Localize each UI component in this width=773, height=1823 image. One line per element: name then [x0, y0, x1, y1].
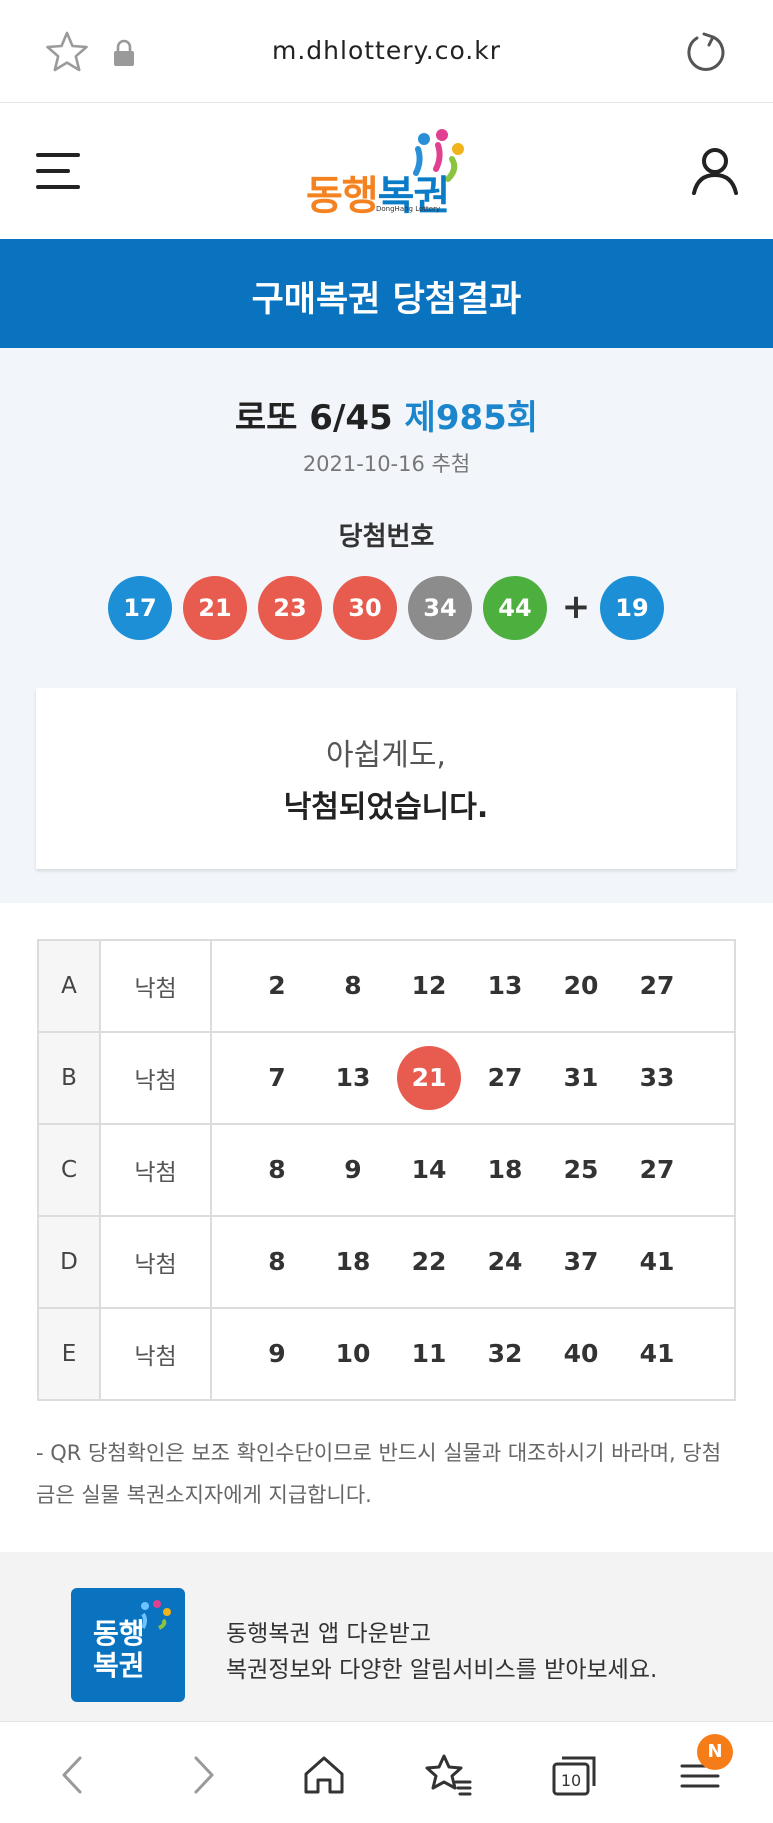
app-promo-banner[interactable]: 동행 복권 동행복권 앱 다운받고 복권정보와 다양한 알림서비스를 받아보세요…: [0, 1552, 773, 1721]
ticket-number: 13: [335, 1063, 371, 1092]
ticket-number: 18: [487, 1155, 523, 1184]
ticket-numbers: 9 10 11 32 40 41: [210, 1307, 736, 1401]
menu-icon[interactable]: [36, 153, 80, 189]
ticket-numbers: 7 13 21 27 31 33: [210, 1031, 736, 1125]
ticket-number: 37: [563, 1247, 599, 1276]
browser-url-bar: m.dhlottery.co.kr: [0, 0, 773, 103]
draw-date: 2021-10-16 추첨: [302, 452, 471, 476]
winning-ball: 44: [483, 576, 547, 640]
result-message-line2: 낙첨되었습니다.: [283, 790, 489, 825]
result-message-line1: 아쉽게도,: [326, 738, 446, 773]
winning-ball: 23: [258, 576, 322, 640]
forward-icon[interactable]: [178, 1752, 226, 1798]
app-icon-text: 동행 복권: [93, 1617, 145, 1682]
ticket-slot: E: [37, 1307, 101, 1401]
result-message-card: 아쉽게도, 낙첨되었습니다.: [36, 688, 736, 869]
ticket-number: 25: [563, 1155, 599, 1184]
ticket-status: 낙첨: [99, 1215, 212, 1309]
ticket-number-matched: 21: [397, 1046, 461, 1110]
ticket-number: 32: [487, 1339, 523, 1368]
browser-bottom-nav: 10 N: [0, 1721, 773, 1823]
winning-ball: 30: [333, 576, 397, 640]
bonus-ball: 19: [600, 576, 664, 640]
plus-sign: +: [561, 587, 591, 627]
round-number: 제985회: [404, 398, 539, 438]
svg-text:10: 10: [561, 1771, 581, 1790]
ticket-number: 8: [268, 1247, 286, 1276]
ticket-table: A 낙첨 2 8 12 13 20 27 B 낙첨 7 13 21 27 31 33 C 낙첨 8 9 14 18 25 27…: [37, 939, 736, 1401]
reload-icon[interactable]: [682, 30, 726, 74]
result-section: 로또 6/45 제985회 2021-10-16 추첨 당첨번호 17 21 23 3…: [0, 348, 773, 903]
logo[interactable]: 동행복권 DongHang Lottery: [300, 125, 480, 220]
ticket-slot: D: [37, 1215, 101, 1309]
game-name: 로또 6/45: [234, 398, 393, 438]
promo-line2: 복권정보와 다양한 알림서비스를 받아보세요.: [226, 1657, 658, 1683]
tabs-icon[interactable]: 10: [550, 1752, 598, 1798]
ticket-number: 13: [487, 971, 523, 1000]
winning-numbers-label: 당첨번호: [338, 522, 435, 552]
ticket-number: 2: [268, 971, 286, 1000]
user-icon[interactable]: [690, 145, 740, 197]
ticket-number: 12: [411, 971, 447, 1000]
ticket-number: 8: [344, 971, 362, 1000]
ticket-row: D 낙첨 8 18 22 24 37 41: [37, 1215, 736, 1309]
ticket-status: 낙첨: [99, 939, 212, 1033]
home-icon[interactable]: [300, 1752, 348, 1798]
ticket-number: 33: [639, 1063, 675, 1092]
winning-ball: 17: [108, 576, 172, 640]
ticket-row: B 낙첨 7 13 21 27 31 33: [37, 1031, 736, 1125]
ticket-number: 27: [639, 1155, 675, 1184]
page-title-bar: 구매복권 당첨결과: [0, 239, 773, 348]
url-text[interactable]: m.dhlottery.co.kr: [0, 36, 773, 65]
promo-line1: 동행복권 앱 다운받고: [226, 1621, 432, 1647]
ticket-numbers: 2 8 12 13 20 27: [210, 939, 736, 1033]
winning-numbers: 17 21 23 30 34 44 +19: [108, 576, 668, 640]
ticket-numbers: 8 18 22 24 37 41: [210, 1215, 736, 1309]
game-title: 로또 6/45 제985회: [0, 390, 773, 439]
ticket-number: 24: [487, 1247, 523, 1276]
notice-text: - QR 당첨확인은 보조 확인수단이므로 반드시 실물과 대조하시기 바라며,…: [36, 1441, 722, 1507]
ticket-number: 18: [335, 1247, 371, 1276]
ticket-number: 10: [335, 1339, 371, 1368]
ticket-status: 낙첨: [99, 1123, 212, 1217]
logo-subtitle: DongHang Lottery: [376, 205, 441, 213]
ticket-number: 40: [563, 1339, 599, 1368]
ticket-number: 22: [411, 1247, 447, 1276]
ticket-status: 낙첨: [99, 1307, 212, 1401]
ticket-row: E 낙첨 9 10 11 32 40 41: [37, 1307, 736, 1401]
bookmarks-icon[interactable]: [424, 1752, 472, 1798]
ticket-status: 낙첨: [99, 1031, 212, 1125]
ticket-number: 9: [344, 1155, 362, 1184]
ticket-numbers: 8 9 14 18 25 27: [210, 1123, 736, 1217]
ticket-number: 11: [411, 1339, 447, 1368]
winning-ball: 21: [183, 576, 247, 640]
ticket-number: 31: [563, 1063, 599, 1092]
app-icon[interactable]: 동행 복권: [71, 1588, 185, 1702]
winning-ball: 34: [408, 576, 472, 640]
ticket-number: 41: [639, 1339, 675, 1368]
notification-badge: N: [697, 1734, 733, 1770]
ticket-number: 7: [268, 1063, 286, 1092]
ticket-row: A 낙첨 2 8 12 13 20 27: [37, 939, 736, 1033]
ticket-number: 8: [268, 1155, 286, 1184]
ticket-slot: B: [37, 1031, 101, 1125]
ticket-number: 27: [487, 1063, 523, 1092]
ticket-number: 20: [563, 971, 599, 1000]
ticket-slot: A: [37, 939, 101, 1033]
ticket-slot: C: [37, 1123, 101, 1217]
page-title: 구매복권 당첨결과: [251, 280, 522, 320]
ticket-number: 41: [639, 1247, 675, 1276]
ticket-number: 9: [268, 1339, 286, 1368]
site-header: 동행복권 DongHang Lottery: [0, 103, 773, 239]
ticket-row: C 낙첨 8 9 14 18 25 27: [37, 1123, 736, 1217]
ticket-number: 14: [411, 1155, 447, 1184]
ticket-number: 27: [639, 971, 675, 1000]
back-icon[interactable]: [50, 1752, 98, 1798]
